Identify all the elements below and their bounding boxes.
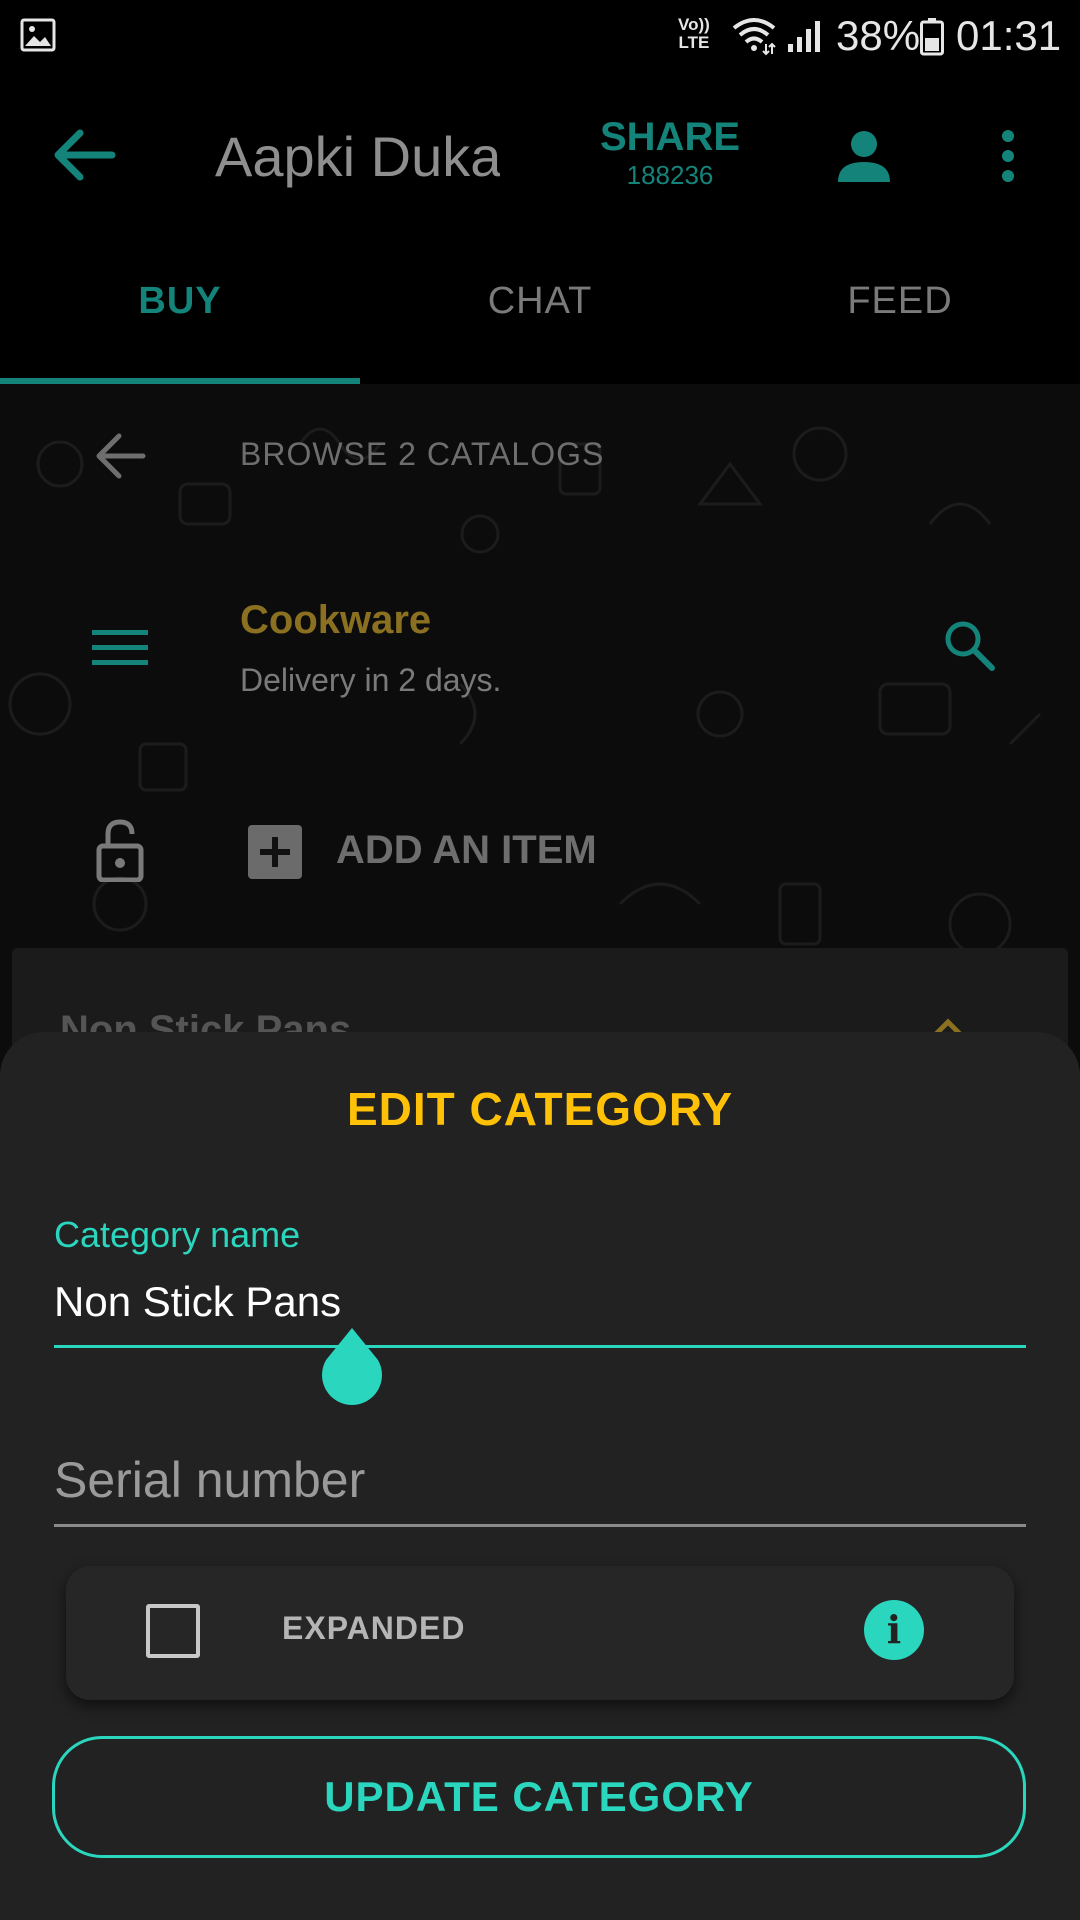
category-name-input[interactable] (54, 1274, 1024, 1330)
expanded-label: EXPANDED (282, 1610, 466, 1646)
sheet-title: EDIT CATEGORY (346, 1083, 734, 1135)
tab-feed[interactable]: FEED (720, 280, 1080, 323)
share-button[interactable]: SHARE 188236 (580, 115, 760, 191)
app-bar (0, 75, 1080, 315)
add-box-icon[interactable] (248, 825, 302, 879)
search-icon[interactable] (942, 618, 996, 672)
category-name-underline (54, 1345, 1026, 1348)
info-icon[interactable]: i (864, 1600, 924, 1660)
update-category-button[interactable]: UPDATE CATEGORY (52, 1736, 1026, 1858)
serial-number-underline (54, 1524, 1026, 1527)
serial-number-input[interactable] (54, 1448, 1024, 1512)
wifi-icon (732, 18, 776, 56)
share-label: SHARE (599, 115, 741, 159)
add-item-button[interactable]: ADD AN ITEM (336, 828, 597, 873)
browse-back-arrow-icon[interactable] (95, 432, 147, 480)
tab-chat[interactable]: CHAT (360, 280, 720, 323)
back-arrow-icon[interactable] (50, 125, 120, 185)
category-name-label: Category name (54, 1214, 301, 1255)
store-title: Aapki Duka (215, 125, 500, 188)
signal-icon (788, 21, 820, 52)
text-cursor-handle[interactable] (318, 1326, 386, 1406)
catalog-title: Cookware (240, 598, 432, 642)
status-time: 01:31 (956, 12, 1062, 59)
more-vert-icon[interactable] (996, 128, 1020, 184)
share-count: 188236 (626, 160, 714, 190)
volte-indicator: Vo)) LTE (678, 15, 710, 52)
browse-catalogs-label[interactable]: BROWSE 2 CATALOGS (240, 436, 604, 473)
expanded-checkbox[interactable] (146, 1604, 200, 1658)
gallery-icon (20, 18, 56, 52)
battery-percent: 38% (836, 12, 921, 59)
unlock-icon[interactable] (96, 818, 144, 882)
catalog-subtitle: Delivery in 2 days. (240, 662, 502, 698)
battery-icon (920, 18, 944, 56)
menu-icon[interactable] (92, 628, 148, 668)
tab-buy[interactable]: BUY (0, 280, 360, 323)
person-icon[interactable] (836, 128, 892, 184)
